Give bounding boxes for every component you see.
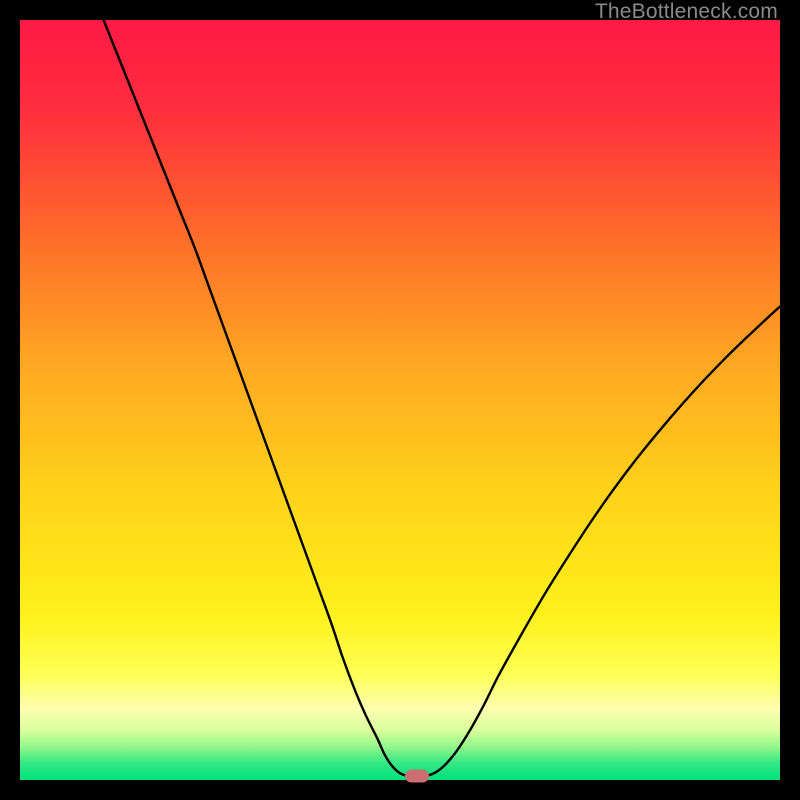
gradient-background xyxy=(20,20,780,780)
optimal-point-marker xyxy=(405,769,429,782)
chart-frame xyxy=(20,20,780,780)
watermark-text: TheBottleneck.com xyxy=(595,0,778,24)
bottleneck-chart xyxy=(20,20,780,780)
